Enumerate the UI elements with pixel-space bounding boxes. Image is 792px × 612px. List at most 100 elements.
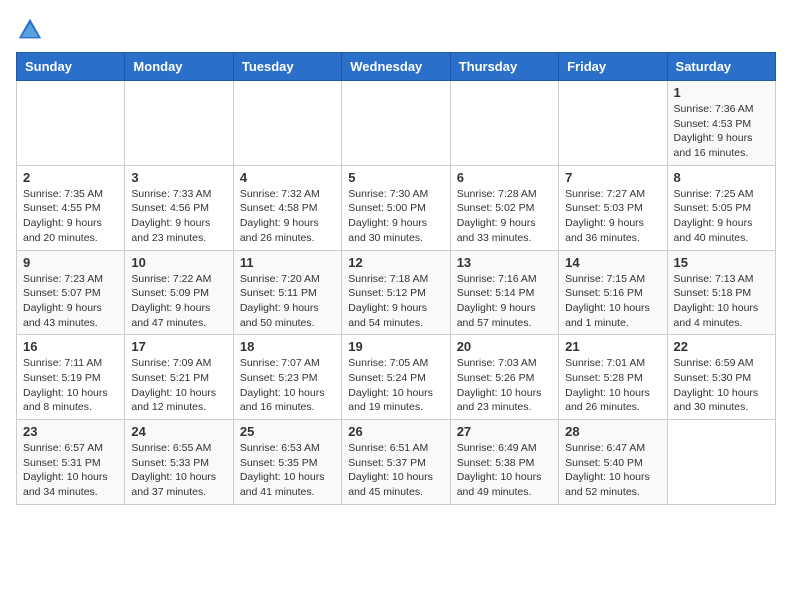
calendar-cell: 8 Sunrise: 7:25 AM Sunset: 5:05 PM Daylig… [667, 165, 775, 250]
day-info: Sunrise: 7:18 AM Sunset: 5:12 PM Dayligh… [348, 272, 443, 331]
day-number: 17 [131, 339, 226, 354]
day-info: Sunrise: 6:51 AM Sunset: 5:37 PM Dayligh… [348, 441, 443, 500]
day-info: Sunrise: 7:35 AM Sunset: 4:55 PM Dayligh… [23, 187, 118, 246]
day-number: 16 [23, 339, 118, 354]
day-info: Sunrise: 7:11 AM Sunset: 5:19 PM Dayligh… [23, 356, 118, 415]
day-info: Sunrise: 6:53 AM Sunset: 5:35 PM Dayligh… [240, 441, 335, 500]
day-number: 12 [348, 255, 443, 270]
logo [16, 16, 48, 44]
calendar-cell: 18 Sunrise: 7:07 AM Sunset: 5:23 PM Dayli… [233, 335, 341, 420]
day-info: Sunrise: 7:27 AM Sunset: 5:03 PM Dayligh… [565, 187, 660, 246]
day-info: Sunrise: 7:07 AM Sunset: 5:23 PM Dayligh… [240, 356, 335, 415]
day-number: 9 [23, 255, 118, 270]
calendar-week-row: 23 Sunrise: 6:57 AM Sunset: 5:31 PM Dayli… [17, 420, 776, 505]
day-number: 6 [457, 170, 552, 185]
day-info: Sunrise: 7:16 AM Sunset: 5:14 PM Dayligh… [457, 272, 552, 331]
calendar-cell: 25 Sunrise: 6:53 AM Sunset: 5:35 PM Dayli… [233, 420, 341, 505]
day-header-friday: Friday [559, 53, 667, 81]
day-info: Sunrise: 6:59 AM Sunset: 5:30 PM Dayligh… [674, 356, 769, 415]
day-number: 5 [348, 170, 443, 185]
day-info: Sunrise: 7:32 AM Sunset: 4:58 PM Dayligh… [240, 187, 335, 246]
calendar-cell [559, 81, 667, 166]
calendar-cell: 23 Sunrise: 6:57 AM Sunset: 5:31 PM Dayli… [17, 420, 125, 505]
day-header-tuesday: Tuesday [233, 53, 341, 81]
day-number: 10 [131, 255, 226, 270]
day-info: Sunrise: 7:33 AM Sunset: 4:56 PM Dayligh… [131, 187, 226, 246]
day-number: 23 [23, 424, 118, 439]
day-number: 1 [674, 85, 769, 100]
calendar-cell: 20 Sunrise: 7:03 AM Sunset: 5:26 PM Dayli… [450, 335, 558, 420]
day-info: Sunrise: 7:25 AM Sunset: 5:05 PM Dayligh… [674, 187, 769, 246]
day-info: Sunrise: 7:22 AM Sunset: 5:09 PM Dayligh… [131, 272, 226, 331]
calendar-cell: 28Sunrise: 6:47 AM Sunset: 5:40 PM Dayli… [559, 420, 667, 505]
calendar-header-row: SundayMondayTuesdayWednesdayThursdayFrid… [17, 53, 776, 81]
calendar-cell: 10 Sunrise: 7:22 AM Sunset: 5:09 PM Dayli… [125, 250, 233, 335]
calendar-cell: 12 Sunrise: 7:18 AM Sunset: 5:12 PM Dayli… [342, 250, 450, 335]
day-info: Sunrise: 7:09 AM Sunset: 5:21 PM Dayligh… [131, 356, 226, 415]
day-info: Sunrise: 6:47 AM Sunset: 5:40 PM Dayligh… [565, 441, 660, 500]
day-header-thursday: Thursday [450, 53, 558, 81]
day-info: Sunrise: 7:23 AM Sunset: 5:07 PM Dayligh… [23, 272, 118, 331]
day-number: 8 [674, 170, 769, 185]
calendar-cell: 11 Sunrise: 7:20 AM Sunset: 5:11 PM Dayli… [233, 250, 341, 335]
calendar-table: SundayMondayTuesdayWednesdayThursdayFrid… [16, 52, 776, 505]
calendar-cell [667, 420, 775, 505]
calendar-week-row: 1 Sunrise: 7:36 AM Sunset: 4:53 PM Daylig… [17, 81, 776, 166]
day-info: Sunrise: 6:49 AM Sunset: 5:38 PM Dayligh… [457, 441, 552, 500]
day-number: 22 [674, 339, 769, 354]
calendar-cell: 22 Sunrise: 6:59 AM Sunset: 5:30 PM Dayli… [667, 335, 775, 420]
calendar-cell: 15Sunrise: 7:13 AM Sunset: 5:18 PM Dayli… [667, 250, 775, 335]
day-number: 7 [565, 170, 660, 185]
day-header-wednesday: Wednesday [342, 53, 450, 81]
day-info: Sunrise: 7:30 AM Sunset: 5:00 PM Dayligh… [348, 187, 443, 246]
calendar-week-row: 2Sunrise: 7:35 AM Sunset: 4:55 PM Daylig… [17, 165, 776, 250]
calendar-cell [125, 81, 233, 166]
calendar-cell: 9 Sunrise: 7:23 AM Sunset: 5:07 PM Daylig… [17, 250, 125, 335]
day-number: 21 [565, 339, 660, 354]
day-number: 25 [240, 424, 335, 439]
logo-icon [16, 16, 44, 44]
calendar-week-row: 9 Sunrise: 7:23 AM Sunset: 5:07 PM Daylig… [17, 250, 776, 335]
day-info: Sunrise: 6:57 AM Sunset: 5:31 PM Dayligh… [23, 441, 118, 500]
day-number: 24 [131, 424, 226, 439]
day-info: Sunrise: 7:13 AM Sunset: 5:18 PM Dayligh… [674, 272, 769, 331]
day-info: Sunrise: 7:01 AM Sunset: 5:28 PM Dayligh… [565, 356, 660, 415]
day-info: Sunrise: 7:28 AM Sunset: 5:02 PM Dayligh… [457, 187, 552, 246]
day-number: 27 [457, 424, 552, 439]
calendar-cell: 17 Sunrise: 7:09 AM Sunset: 5:21 PM Dayli… [125, 335, 233, 420]
calendar-cell [450, 81, 558, 166]
day-info: Sunrise: 7:36 AM Sunset: 4:53 PM Dayligh… [674, 102, 769, 161]
day-info: Sunrise: 7:05 AM Sunset: 5:24 PM Dayligh… [348, 356, 443, 415]
calendar-cell: 2Sunrise: 7:35 AM Sunset: 4:55 PM Daylig… [17, 165, 125, 250]
calendar-cell: 5 Sunrise: 7:30 AM Sunset: 5:00 PM Daylig… [342, 165, 450, 250]
calendar-cell: 1 Sunrise: 7:36 AM Sunset: 4:53 PM Daylig… [667, 81, 775, 166]
day-number: 19 [348, 339, 443, 354]
calendar-cell: 16 Sunrise: 7:11 AM Sunset: 5:19 PM Dayli… [17, 335, 125, 420]
calendar-cell: 21 Sunrise: 7:01 AM Sunset: 5:28 PM Dayli… [559, 335, 667, 420]
day-info: Sunrise: 7:15 AM Sunset: 5:16 PM Dayligh… [565, 272, 660, 331]
calendar-cell: 24 Sunrise: 6:55 AM Sunset: 5:33 PM Dayli… [125, 420, 233, 505]
day-number: 26 [348, 424, 443, 439]
calendar-cell: 27 Sunrise: 6:49 AM Sunset: 5:38 PM Dayli… [450, 420, 558, 505]
calendar-cell: 3 Sunrise: 7:33 AM Sunset: 4:56 PM Daylig… [125, 165, 233, 250]
calendar-cell: 14 Sunrise: 7:15 AM Sunset: 5:16 PM Dayli… [559, 250, 667, 335]
calendar-cell: 19 Sunrise: 7:05 AM Sunset: 5:24 PM Dayli… [342, 335, 450, 420]
day-info: Sunrise: 7:03 AM Sunset: 5:26 PM Dayligh… [457, 356, 552, 415]
calendar-cell: 6 Sunrise: 7:28 AM Sunset: 5:02 PM Daylig… [450, 165, 558, 250]
day-header-saturday: Saturday [667, 53, 775, 81]
day-number: 3 [131, 170, 226, 185]
calendar-week-row: 16 Sunrise: 7:11 AM Sunset: 5:19 PM Dayli… [17, 335, 776, 420]
day-number: 20 [457, 339, 552, 354]
day-number: 4 [240, 170, 335, 185]
page-header [16, 16, 776, 44]
day-number: 11 [240, 255, 335, 270]
day-header-monday: Monday [125, 53, 233, 81]
day-number: 18 [240, 339, 335, 354]
calendar-cell [233, 81, 341, 166]
day-number: 14 [565, 255, 660, 270]
calendar-cell: 13Sunrise: 7:16 AM Sunset: 5:14 PM Dayli… [450, 250, 558, 335]
day-info: Sunrise: 7:20 AM Sunset: 5:11 PM Dayligh… [240, 272, 335, 331]
calendar-cell: 26 Sunrise: 6:51 AM Sunset: 5:37 PM Dayli… [342, 420, 450, 505]
day-info: Sunrise: 6:55 AM Sunset: 5:33 PM Dayligh… [131, 441, 226, 500]
calendar-cell: 4 Sunrise: 7:32 AM Sunset: 4:58 PM Daylig… [233, 165, 341, 250]
